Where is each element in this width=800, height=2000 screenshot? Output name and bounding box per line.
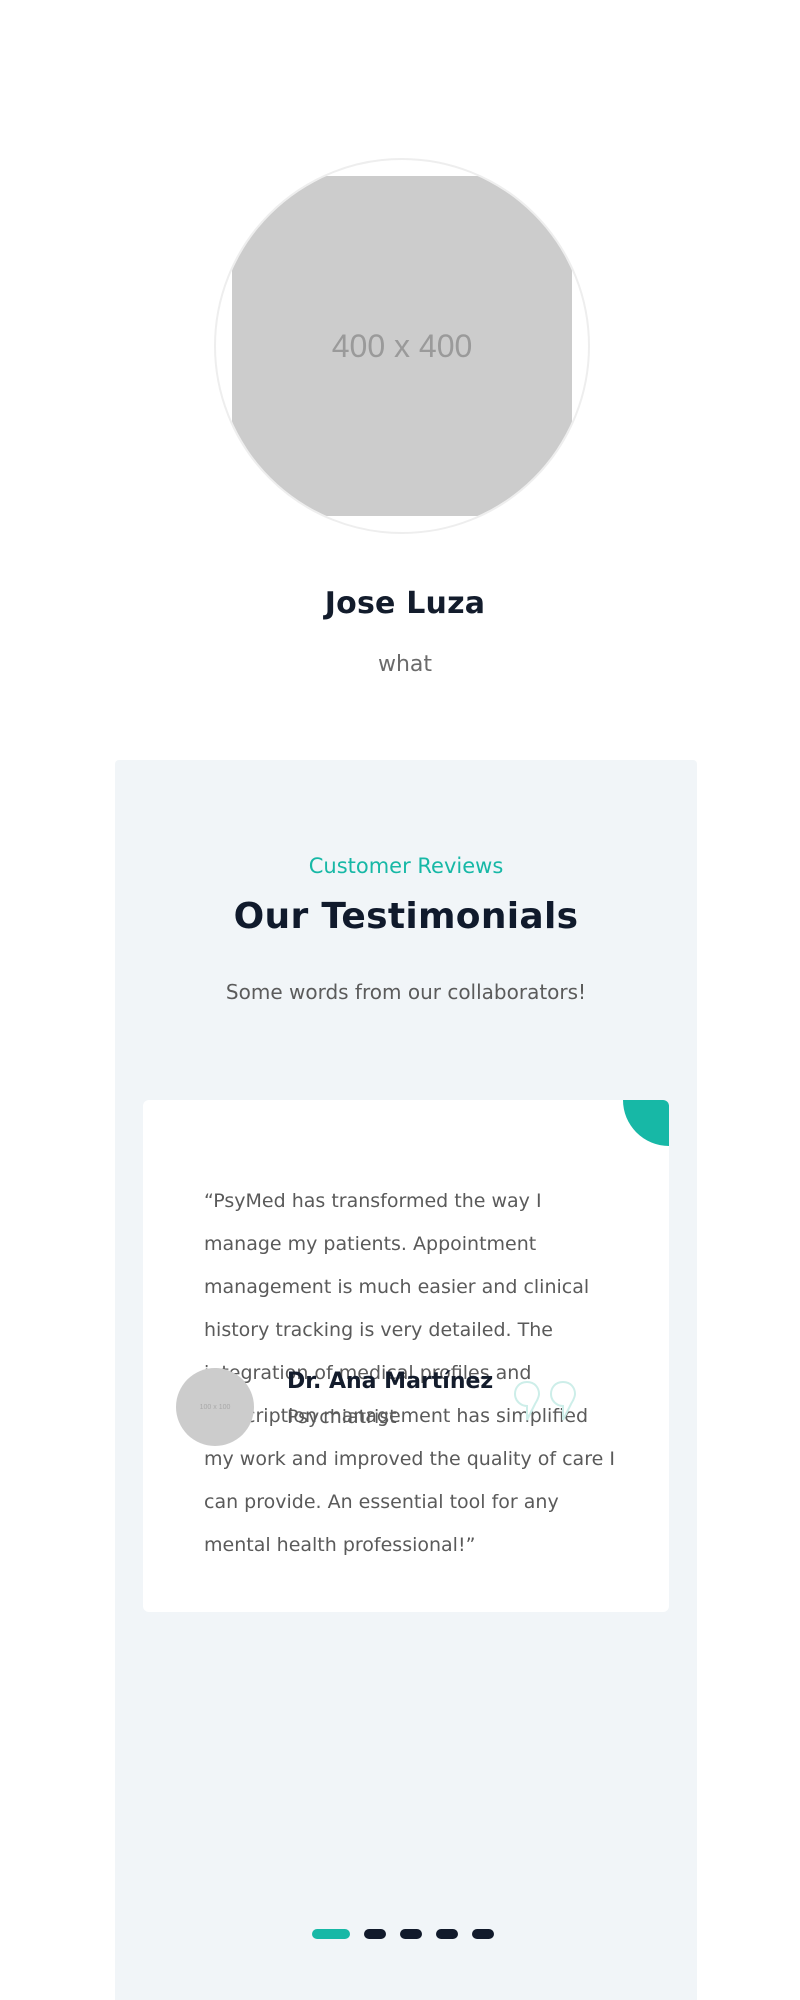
quote-marks-icon [513,1380,577,1421]
testimonials-section: Customer Reviews Our Testimonials Some w… [115,760,697,2000]
carousel-dot-5[interactable] [472,1929,494,1939]
testimonial-card: “PsyMed has transformed the way I manage… [143,1100,669,1612]
carousel-dots [312,1929,512,1941]
author-role: Psychiatrist [287,1406,397,1428]
profile-name: Jose Luza [324,586,486,621]
carousel-dot-3[interactable] [400,1929,422,1939]
carousel-dot-4[interactable] [436,1929,458,1939]
author-avatar: 100 x 100 [176,1368,254,1446]
author-name: Dr. Ana Martínez [287,1369,494,1394]
profile-card: 400 x 400 Jose Luza what [0,0,800,740]
section-title: Our Testimonials [233,896,579,937]
profile-role: what [377,652,433,677]
card-corner-accent [623,1100,669,1146]
profile-image-placeholder-label: 400 x 400 [331,327,473,364]
section-eyebrow: Customer Reviews [308,854,504,878]
profile-avatar: 400 x 400 [214,158,590,534]
carousel-dot-1[interactable] [312,1929,350,1939]
author-image-placeholder-label: 100 x 100 [199,1403,231,1411]
carousel-dot-2[interactable] [364,1929,386,1939]
profile-image-placeholder: 400 x 400 [232,176,572,516]
section-subtitle: Some words from our collaborators! [225,980,587,1004]
